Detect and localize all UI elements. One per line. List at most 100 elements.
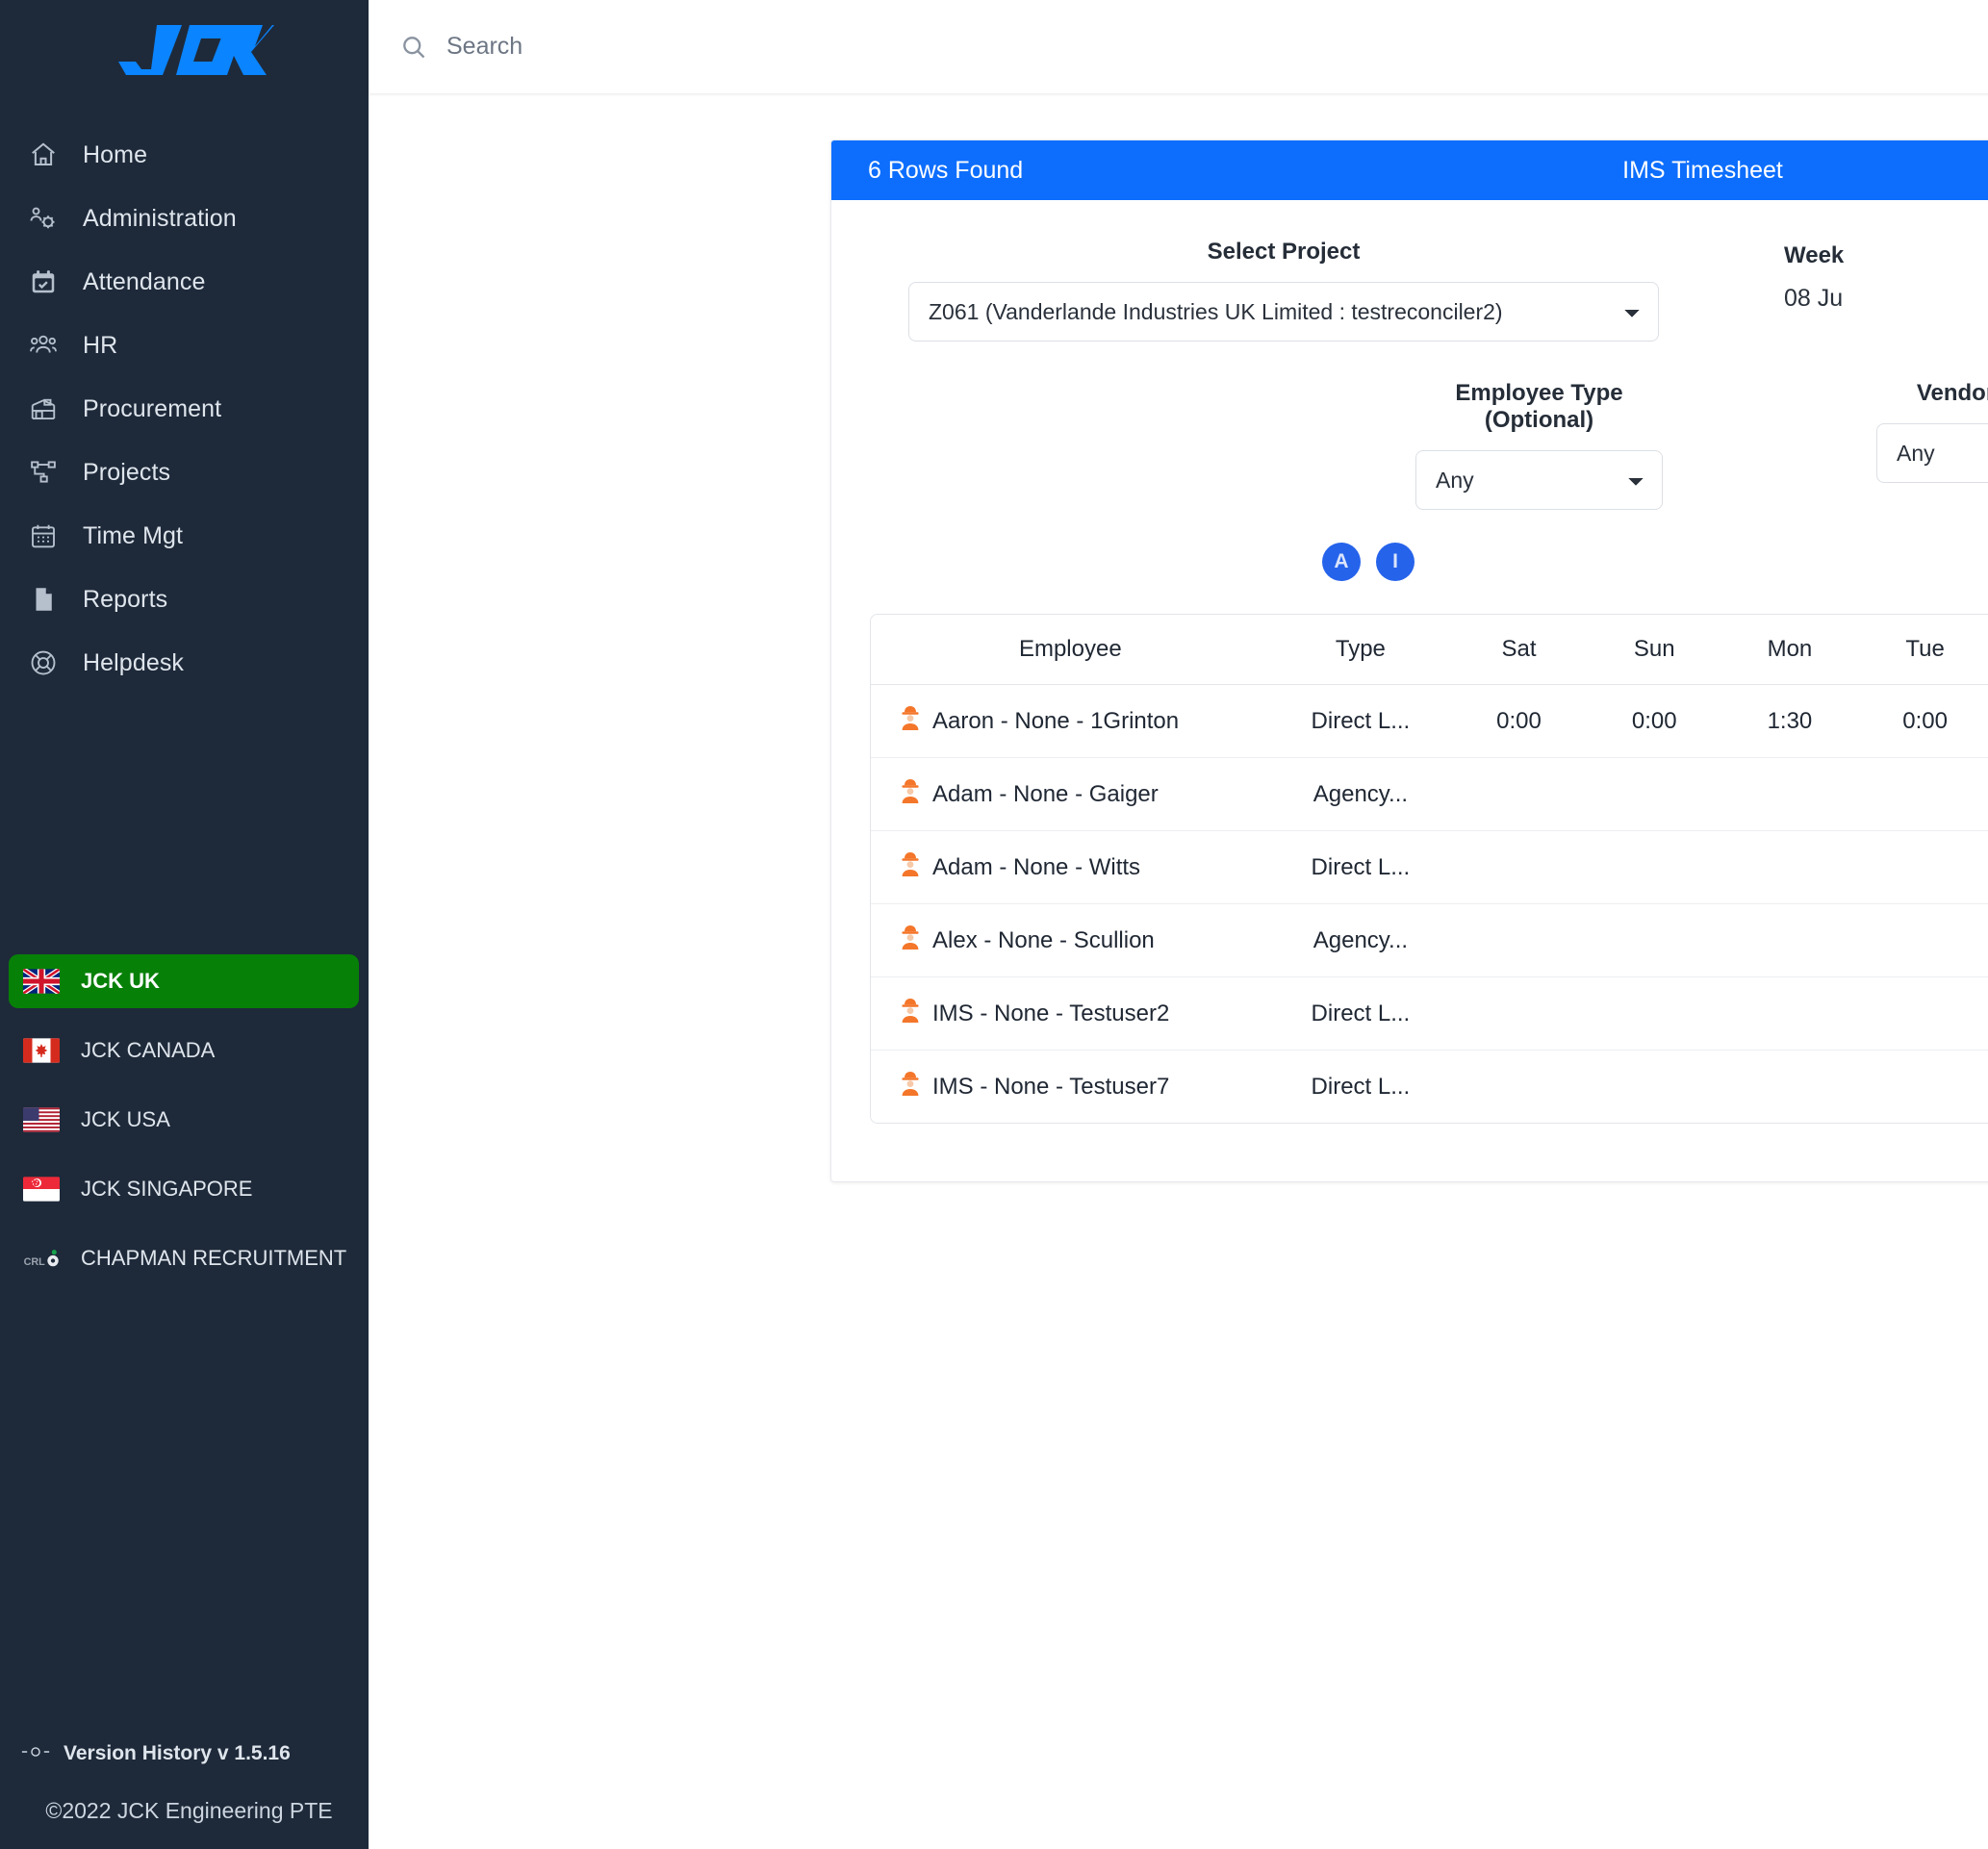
sidebar-item-time-mgt[interactable]: Time Mgt [0,504,369,568]
company-item-label: JCK UK [81,969,160,993]
jck-logo[interactable] [0,0,369,96]
sidebar-item-helpdesk[interactable]: Helpdesk [0,631,369,695]
worker-icon [900,998,921,1029]
copyright-text: ©2022 JCK Engineering PTE [45,1798,333,1823]
cell-employee: IMS - None - Testuser7 [871,1050,1270,1123]
sidebar-item-home[interactable]: Home [0,123,369,187]
table-row[interactable]: Adam - None - Gaiger Agency... [871,757,1988,831]
calendar-grid-icon [21,521,65,550]
cell-tue [1857,830,1988,904]
cell-sat [1451,976,1587,1051]
table-row[interactable]: IMS - None - Testuser2 Direct L... [871,976,1988,1051]
people-icon [21,331,65,360]
filter-row-secondary: Employee Type (Optional) Any Vendor (Opt… [831,380,1988,510]
table-head: Employee Type Sat Sun Mon Tue Wed Thu Fr… [871,615,1988,685]
column-header-employee[interactable]: Employee [871,615,1270,685]
employee-name: IMS - None - Testuser7 [932,1073,1170,1100]
sidebar-item-procurement[interactable]: Procurement [0,377,369,441]
sidebar-item-label: Helpdesk [83,648,185,676]
company-item-jck-uk[interactable]: JCK UK [9,954,359,1008]
cell-employee: Aaron - None - 1Grinton [871,684,1270,758]
cell-sat [1451,1050,1587,1123]
panel-header: 6 Rows Found IMS Timesheet [831,140,1988,200]
sidebar-item-administration[interactable]: Administration [0,187,369,250]
sidebar: Home Administration Attendance HR Procur… [0,0,369,1849]
filters-section: Select Project Z061 (Vanderlande Industr… [831,200,1988,581]
sidebar-item-label: Projects [83,458,171,486]
sidebar-item-label: Administration [83,204,237,232]
flag-uk-icon [23,969,60,994]
worker-icon [900,851,921,883]
sidebar-item-label: HR [83,331,118,359]
cell-tue [1857,1050,1988,1123]
svg-text:CRL: CRL [24,1256,46,1268]
company-item-label: JCK USA [81,1107,170,1131]
sidebar-item-attendance[interactable]: Attendance [0,250,369,314]
company-item-label: JCK CANADA [81,1038,216,1062]
sidebar-item-label: Reports [83,585,168,613]
main-area: NetSuite 3 minutes ago [369,0,1988,1849]
company-item-label: CHAPMAN RECRUITMENT [81,1246,347,1270]
cell-mon: 1:30 [1721,684,1858,758]
employee-name: Alex - None - Scullion [932,926,1155,953]
pill-approved[interactable]: A [1322,543,1361,581]
cell-sun [1586,903,1722,977]
page-title: IMS Timesheet [1622,156,1783,184]
cell-sat [1451,830,1587,904]
sidebar-nav: Home Administration Attendance HR Procur… [0,123,369,695]
sidebar-item-label: Home [83,140,148,168]
table-row[interactable]: Aaron - None - 1Grinton Direct L... 0:00… [871,684,1988,758]
field-select-project: Select Project Z061 (Vanderlande Industr… [908,239,1659,342]
worker-icon [900,924,921,956]
column-header-sat[interactable]: Sat [1451,615,1587,685]
cell-type: Direct L... [1269,830,1452,904]
cell-type: Direct L... [1269,1050,1452,1123]
table-row[interactable]: IMS - None - Testuser7 Direct L... [871,1050,1988,1123]
pill-incomplete[interactable]: I [1376,543,1415,581]
cell-tue [1857,757,1988,831]
cell-tue [1857,976,1988,1051]
field-vendor: Vendor (Optional) Any [1876,380,1988,483]
search-box[interactable] [400,33,851,61]
cell-sun [1586,830,1722,904]
column-header-tue[interactable]: Tue [1857,615,1988,685]
sidebar-item-hr[interactable]: HR [0,314,369,377]
cell-mon [1721,757,1858,831]
cell-mon [1721,903,1858,977]
company-item-jck-canada[interactable]: JCK CANADA [0,1024,369,1077]
company-item-jck-usa[interactable]: JCK USA [0,1093,369,1147]
topbar: NetSuite 3 minutes ago [369,0,1988,93]
search-input[interactable] [446,33,851,61]
employee-name: IMS - None - Testuser2 [932,1000,1170,1026]
sidebar-item-reports[interactable]: Reports [0,568,369,631]
week-block: Week 08 Ju [1784,239,1844,313]
sidebar-item-projects[interactable]: Projects [0,441,369,504]
column-header-sun[interactable]: Sun [1586,615,1722,685]
sidebar-item-label: Attendance [83,267,206,295]
week-value: 08 Ju [1784,285,1844,312]
select-project-dropdown[interactable]: Z061 (Vanderlande Industries UK Limited … [908,282,1659,342]
company-item-chapman-recruitment[interactable]: CRL CHAPMAN RECRUITMENT [0,1231,369,1285]
employee-name: Adam - None - Gaiger [932,780,1159,807]
cell-sun: 0:00 [1586,684,1722,758]
worker-icon [900,778,921,810]
company-item-jck-singapore[interactable]: JCK SINGAPORE [0,1162,369,1216]
cell-employee: Adam - None - Gaiger [871,757,1270,831]
employee-name: Aaron - None - 1Grinton [932,707,1180,734]
table-row[interactable]: Adam - None - Witts Direct L... [871,830,1988,904]
column-header-mon[interactable]: Mon [1721,615,1858,685]
column-header-type[interactable]: Type [1269,615,1452,685]
lifebuoy-icon [21,648,65,677]
table-body: Aaron - None - 1Grinton Direct L... 0:00… [871,684,1988,1123]
sidebar-item-label: Time Mgt [83,521,184,549]
jck-logo-icon [117,25,274,75]
cell-type: Direct L... [1269,684,1452,758]
calendar-check-icon [21,267,65,296]
worker-icon [900,1071,921,1102]
sitemap-icon [21,458,65,487]
table-row[interactable]: Alex - None - Scullion Agency... [871,903,1988,977]
employee-type-dropdown[interactable]: Any [1415,450,1663,510]
version-history-link[interactable]: Version History v 1.5.16 [0,1742,369,1765]
vendor-dropdown[interactable]: Any [1876,423,1988,483]
timesheet-table-wrap: Employee Type Sat Sun Mon Tue Wed Thu Fr… [870,614,1988,1124]
